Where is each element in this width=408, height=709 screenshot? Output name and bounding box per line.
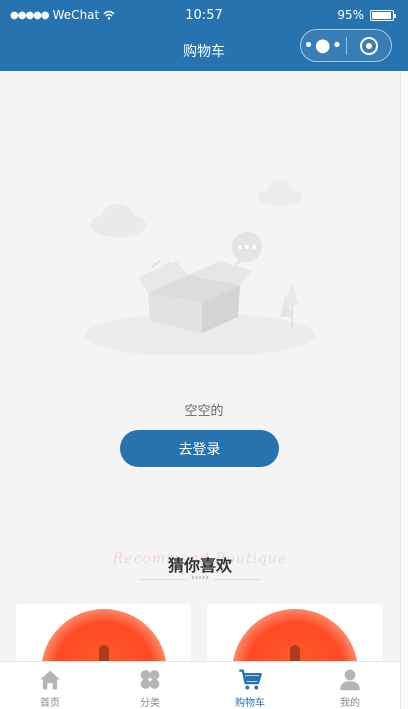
battery-level	[372, 11, 391, 19]
tab-profile-label: 我的	[340, 698, 360, 709]
tab-profile[interactable]: 我的	[300, 662, 400, 709]
tab-home-label: 首页	[40, 698, 60, 709]
tab-home[interactable]: 首页	[0, 662, 100, 709]
more-button[interactable]: •●•	[301, 35, 346, 56]
recommend-arrows: ›››››	[0, 573, 400, 583]
tab-category-label: 分类	[140, 698, 160, 709]
recommend-arrows-text: ›››››	[187, 573, 213, 583]
tab-cart[interactable]: 购物车	[200, 662, 300, 709]
battery-icon	[370, 9, 396, 21]
battery-status: 95%	[337, 8, 396, 22]
cart-icon	[239, 669, 262, 690]
top-bar: ●●●●● WeChat 10:57 95% 购物车 •●•	[0, 0, 408, 71]
target-icon	[359, 36, 378, 55]
close-button[interactable]	[346, 36, 391, 55]
category-icon	[140, 670, 160, 689]
home-icon	[40, 670, 60, 690]
tab-cart-label: 购物车	[235, 698, 265, 709]
scroll-edge	[400, 71, 408, 709]
user-icon	[340, 669, 360, 691]
login-button[interactable]: 去登录	[120, 430, 279, 467]
recommend-header: Recommend Boutique 猜你喜欢 ›››››	[0, 548, 408, 588]
empty-cart-text: 空空的	[184, 404, 224, 419]
tab-category[interactable]: 分类	[100, 662, 200, 709]
status-bar: ●●●●● WeChat 10:57 95%	[0, 0, 408, 30]
tab-bar: 首页 分类 购物车 我的	[0, 661, 400, 709]
miniprogram-capsule: •●•	[300, 29, 392, 62]
battery-percent: 95%	[337, 8, 364, 22]
empty-box-icon	[85, 180, 315, 355]
